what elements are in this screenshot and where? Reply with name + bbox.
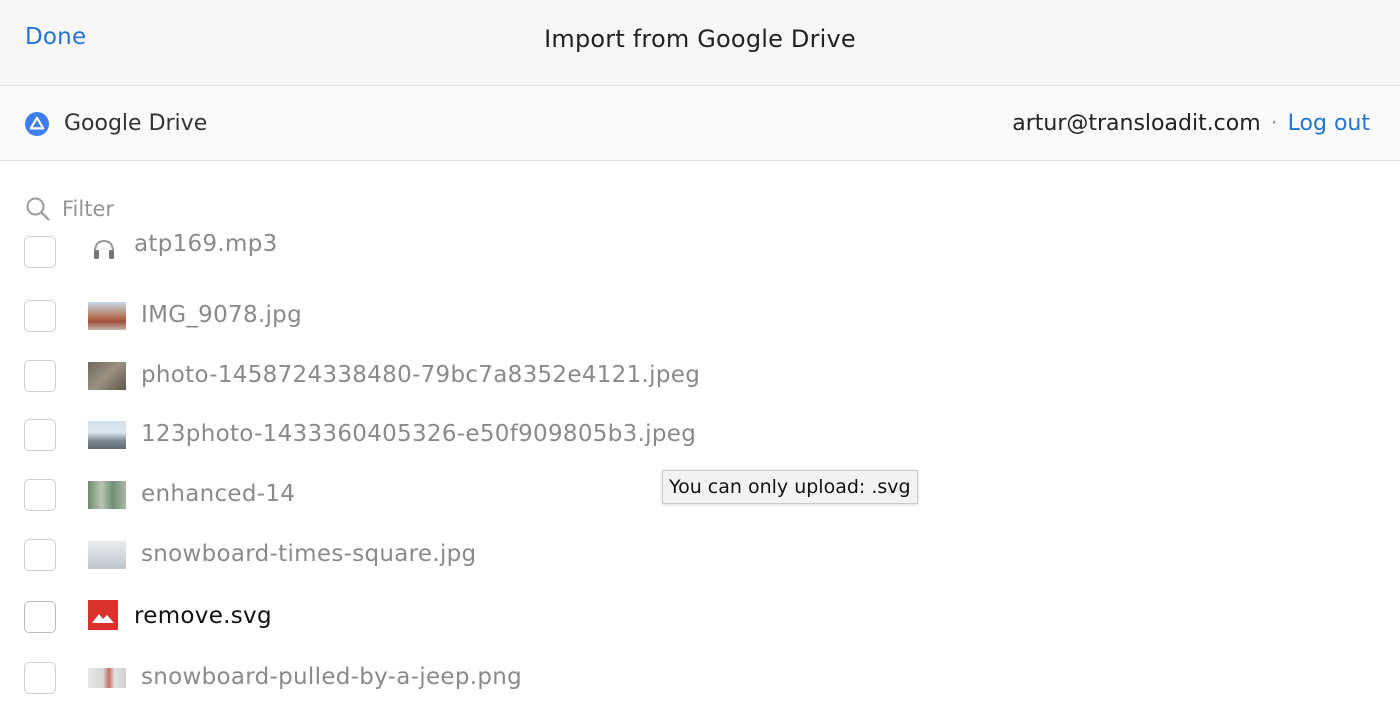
file-checkbox[interactable] <box>24 236 56 268</box>
file-name: enhanced-14 <box>141 481 296 507</box>
dialog-header: Done Import from Google Drive <box>0 0 1400 86</box>
list-item[interactable]: IMG_9078.jpg <box>0 286 1400 346</box>
filter-bar <box>0 185 1400 231</box>
file-name: photo-1458724338480-79bc7a8352e4121.jpeg <box>141 362 701 388</box>
list-item[interactable]: 123photo-1433360405326-e50f909805b3.jpeg <box>0 405 1400 465</box>
list-item[interactable]: snowboard-pulled-by-a-jeep.png <box>0 648 1400 707</box>
separator-dot: · <box>1270 111 1278 136</box>
file-name: snowboard-times-square.jpg <box>141 541 477 567</box>
logout-button[interactable]: Log out <box>1288 111 1370 136</box>
file-checkbox[interactable] <box>24 479 56 511</box>
file-name: atp169.mp3 <box>134 232 278 257</box>
file-checkbox[interactable] <box>24 662 56 694</box>
file-name: IMG_9078.jpg <box>141 302 302 328</box>
svg-image-icon <box>88 600 118 630</box>
restriction-tooltip: You can only upload: .svg <box>662 470 918 504</box>
file-checkbox[interactable] <box>24 539 56 571</box>
image-thumbnail <box>88 668 126 688</box>
image-thumbnail <box>88 362 126 390</box>
file-checkbox[interactable] <box>24 601 56 633</box>
list-item[interactable]: atp169.mp3 <box>0 232 1400 282</box>
google-drive-icon <box>25 112 49 136</box>
image-thumbnail <box>88 421 126 449</box>
image-thumbnail <box>88 302 126 330</box>
file-name: remove.svg <box>134 603 272 629</box>
filter-input[interactable] <box>62 193 662 225</box>
list-item[interactable]: remove.svg <box>0 587 1400 647</box>
list-item[interactable]: snowboard-times-square.jpg <box>0 525 1400 585</box>
image-thumbnail <box>88 481 126 509</box>
image-thumbnail <box>88 541 126 569</box>
headphones-icon <box>94 239 114 259</box>
file-name: 123photo-1433360405326-e50f909805b3.jpeg <box>141 421 697 447</box>
provider-name: Google Drive <box>64 111 208 136</box>
provider-bar: Google Drive artur@transloadit.com · Log o… <box>0 87 1400 161</box>
file-checkbox[interactable] <box>24 300 56 332</box>
file-checkbox[interactable] <box>24 360 56 392</box>
file-name: snowboard-pulled-by-a-jeep.png <box>141 664 523 690</box>
account-info: artur@transloadit.com · Log out <box>1012 111 1370 136</box>
list-item[interactable]: photo-1458724338480-79bc7a8352e4121.jpeg <box>0 346 1400 406</box>
dialog-title: Import from Google Drive <box>544 25 856 53</box>
account-email: artur@transloadit.com <box>1012 111 1261 136</box>
search-icon <box>26 197 50 221</box>
file-checkbox[interactable] <box>24 419 56 451</box>
